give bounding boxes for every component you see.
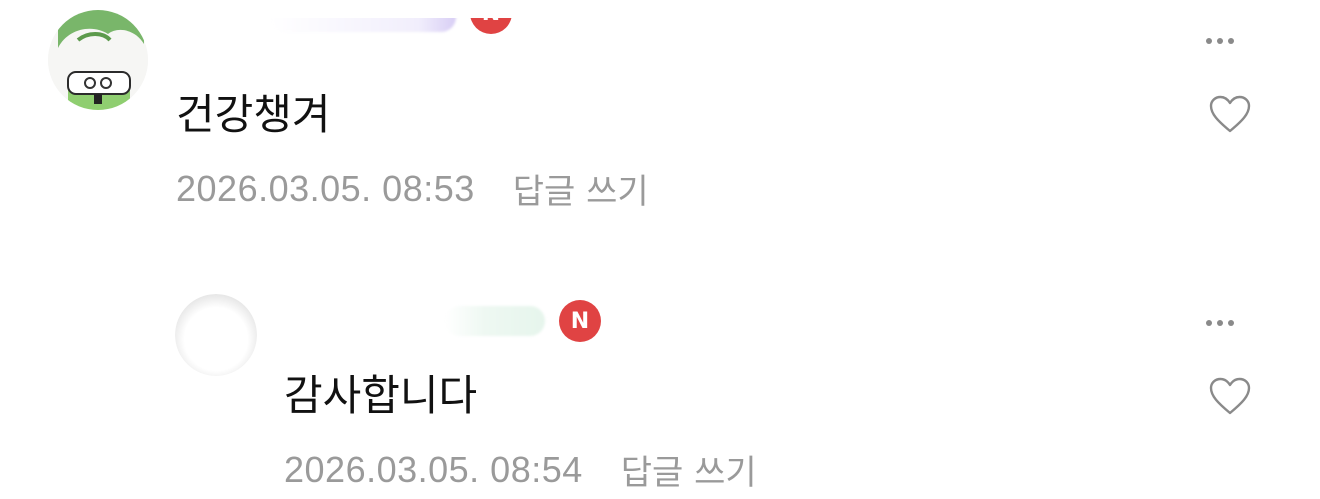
comment-meta: 2026.03.05. 08:54 답글 쓰기 [284,445,757,494]
comment-meta: 2026.03.05. 08:53 답글 쓰기 [176,164,649,213]
heart-icon[interactable] [1208,94,1252,134]
comment-text: 감사합니다 [284,371,478,420]
reply-button[interactable]: 답글 쓰기 [621,445,757,494]
avatar[interactable] [175,294,257,376]
author-name-redacted[interactable] [270,18,456,32]
avatar[interactable] [48,10,148,110]
avatar-image [175,294,257,376]
heart-icon[interactable] [1208,376,1252,416]
comment-date: 2026.03.05. 08:54 [284,448,583,490]
reply-button[interactable]: 답글 쓰기 [513,164,649,213]
comment-date: 2026.03.05. 08:53 [176,167,475,209]
more-options-icon[interactable] [1200,313,1240,333]
avatar-image [48,10,148,110]
more-options-icon[interactable] [1200,31,1240,51]
author-name-redacted[interactable] [445,306,545,336]
new-badge: N [470,18,512,34]
comment-text: 건강챙겨 [176,90,331,139]
author-line: N [270,18,512,64]
comment-item: N 건강챙겨 2026.03.05. 08:53 답글 쓰기 [0,0,1320,250]
comment-item: N 감사합니다 2026.03.05. 08:54 답글 쓰기 [0,282,1320,499]
new-badge: N [559,300,601,342]
author-line: N [445,298,601,344]
